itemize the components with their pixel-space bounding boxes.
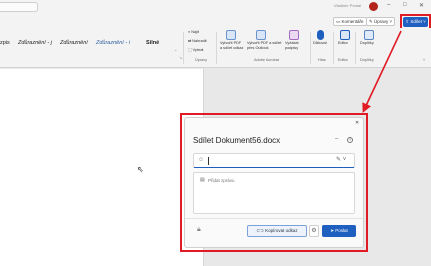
minimize-dialog-button[interactable]: – [335,136,338,142]
copy-link-button[interactable]: ⊂⊃ Kopírovat odkaz [247,225,307,237]
send-label: Poslat [335,228,348,233]
recipients-input[interactable]: ☺ ✎ ˅ [193,153,355,168]
send-button[interactable]: ➤ Poslat [322,225,356,237]
divider [185,218,363,219]
gear-icon[interactable]: ⚙ [309,225,319,237]
permissions-dropdown[interactable]: ✎ ˅ [336,156,346,163]
message-icon: ▤ [200,177,205,183]
link-icon: ⊂⊃ [256,228,266,233]
text-caret [208,157,209,165]
dialog-title: Sdílet Dokument56.docx [193,136,281,145]
close-icon[interactable]: ✕ [355,120,359,126]
lock-icon[interactable]: 🔒︎ [197,226,201,234]
help-icon[interactable]: ? [347,137,353,143]
copy-link-label: Kopírovat odkaz [265,228,298,233]
message-placeholder: Přidat zprávu [208,178,235,183]
message-field[interactable]: ▤ Přidat zprávu [193,172,355,214]
share-dialog: ✕ Sdílet Dokument56.docx – ? ☺ ✎ ˅ ▤ Při… [184,117,364,248]
person-icon: ☺ [198,157,205,163]
chevron-down-icon: ˅ [341,157,347,163]
